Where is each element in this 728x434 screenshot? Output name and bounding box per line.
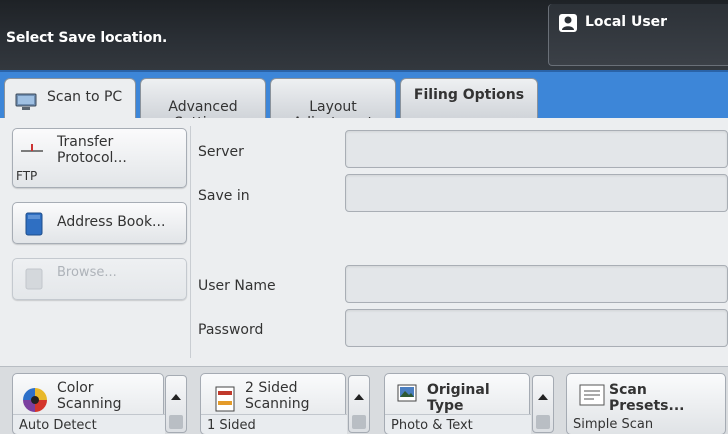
pc-icon (15, 93, 37, 110)
color-scanning-label: Color Scanning (57, 380, 122, 412)
presets-icon (579, 384, 605, 406)
settings-panel: Transfer Protocol... FTP Address Book...… (0, 118, 728, 366)
address-book-icon (25, 212, 43, 236)
two-sided-value: 1 Sided (201, 414, 347, 434)
two-sided-label: 2 Sided Scanning (245, 380, 310, 412)
duplex-icon (215, 386, 235, 412)
user-label: Local User (585, 14, 668, 30)
header-bar: Select Save location. Local User (0, 0, 728, 70)
scroll-thumb (169, 415, 183, 429)
two-sided-scanning-button[interactable]: 2 Sided Scanning 1 Sided (200, 373, 347, 434)
browse-button[interactable]: Browse... (12, 258, 187, 300)
arrow-up-icon (538, 394, 548, 400)
panel-divider (190, 126, 191, 358)
tab-scan-to-pc[interactable]: Scan to PC (4, 78, 136, 122)
arrow-up-icon (354, 394, 364, 400)
server-label: Server (198, 144, 244, 160)
feature-bar: Color Scanning Auto Detect 2 Sided Scann… (0, 366, 728, 434)
scan-to-pc-screen: Select Save location. Local User Scan to… (0, 0, 728, 434)
arrow-up-icon (171, 394, 181, 400)
save-in-field[interactable] (345, 174, 728, 212)
address-book-button[interactable]: Address Book... (12, 202, 187, 244)
scroll-thumb (536, 415, 550, 429)
transfer-protocol-value: FTP (16, 169, 38, 183)
save-in-label: Save in (198, 188, 250, 204)
original-type-label: Original Type (427, 382, 490, 414)
original-type-value: Photo & Text (385, 414, 531, 434)
browse-icon (25, 268, 43, 290)
two-sided-scroll[interactable] (348, 375, 370, 433)
color-scanning-value: Auto Detect (13, 414, 165, 434)
password-field[interactable] (345, 309, 728, 347)
password-label: Password (198, 322, 264, 338)
original-type-scroll[interactable] (532, 375, 554, 433)
user-name-field[interactable] (345, 265, 728, 303)
original-type-button[interactable]: Original Type Photo & Text (384, 373, 531, 434)
tab-bar: Scan to PC Advanced Settings Layout Adju… (0, 70, 728, 131)
server-field[interactable] (345, 130, 728, 168)
tab-label: Filing Options (413, 87, 525, 103)
scan-presets-button[interactable]: Scan Presets... Simple Scan (566, 373, 726, 434)
scan-presets-value: Simple Scan (573, 417, 654, 432)
address-book-label: Address Book... (57, 214, 166, 230)
tab-layout-adjustment[interactable]: Layout Adjustment (270, 78, 396, 131)
user-name-label: User Name (198, 278, 276, 294)
tab-label: Scan to PC (47, 89, 123, 105)
local-user-button[interactable]: Local User (548, 4, 728, 66)
transfer-protocol-label: Transfer Protocol... (57, 134, 127, 166)
tab-advanced-settings[interactable]: Advanced Settings (140, 78, 266, 131)
browse-label: Browse... (57, 265, 117, 280)
color-wheel-icon (23, 388, 47, 412)
scan-presets-label: Scan Presets... (609, 382, 685, 414)
protocol-icon (21, 144, 43, 152)
user-icon (559, 14, 577, 32)
photo-icon (397, 384, 417, 402)
transfer-protocol-button[interactable]: Transfer Protocol... FTP (12, 128, 187, 188)
color-scanning-scroll[interactable] (165, 375, 187, 433)
color-scanning-button[interactable]: Color Scanning Auto Detect (12, 373, 165, 434)
instruction-message: Select Save location. (6, 30, 168, 46)
scroll-thumb (352, 415, 366, 429)
tab-filing-options[interactable]: Filing Options (400, 78, 538, 120)
